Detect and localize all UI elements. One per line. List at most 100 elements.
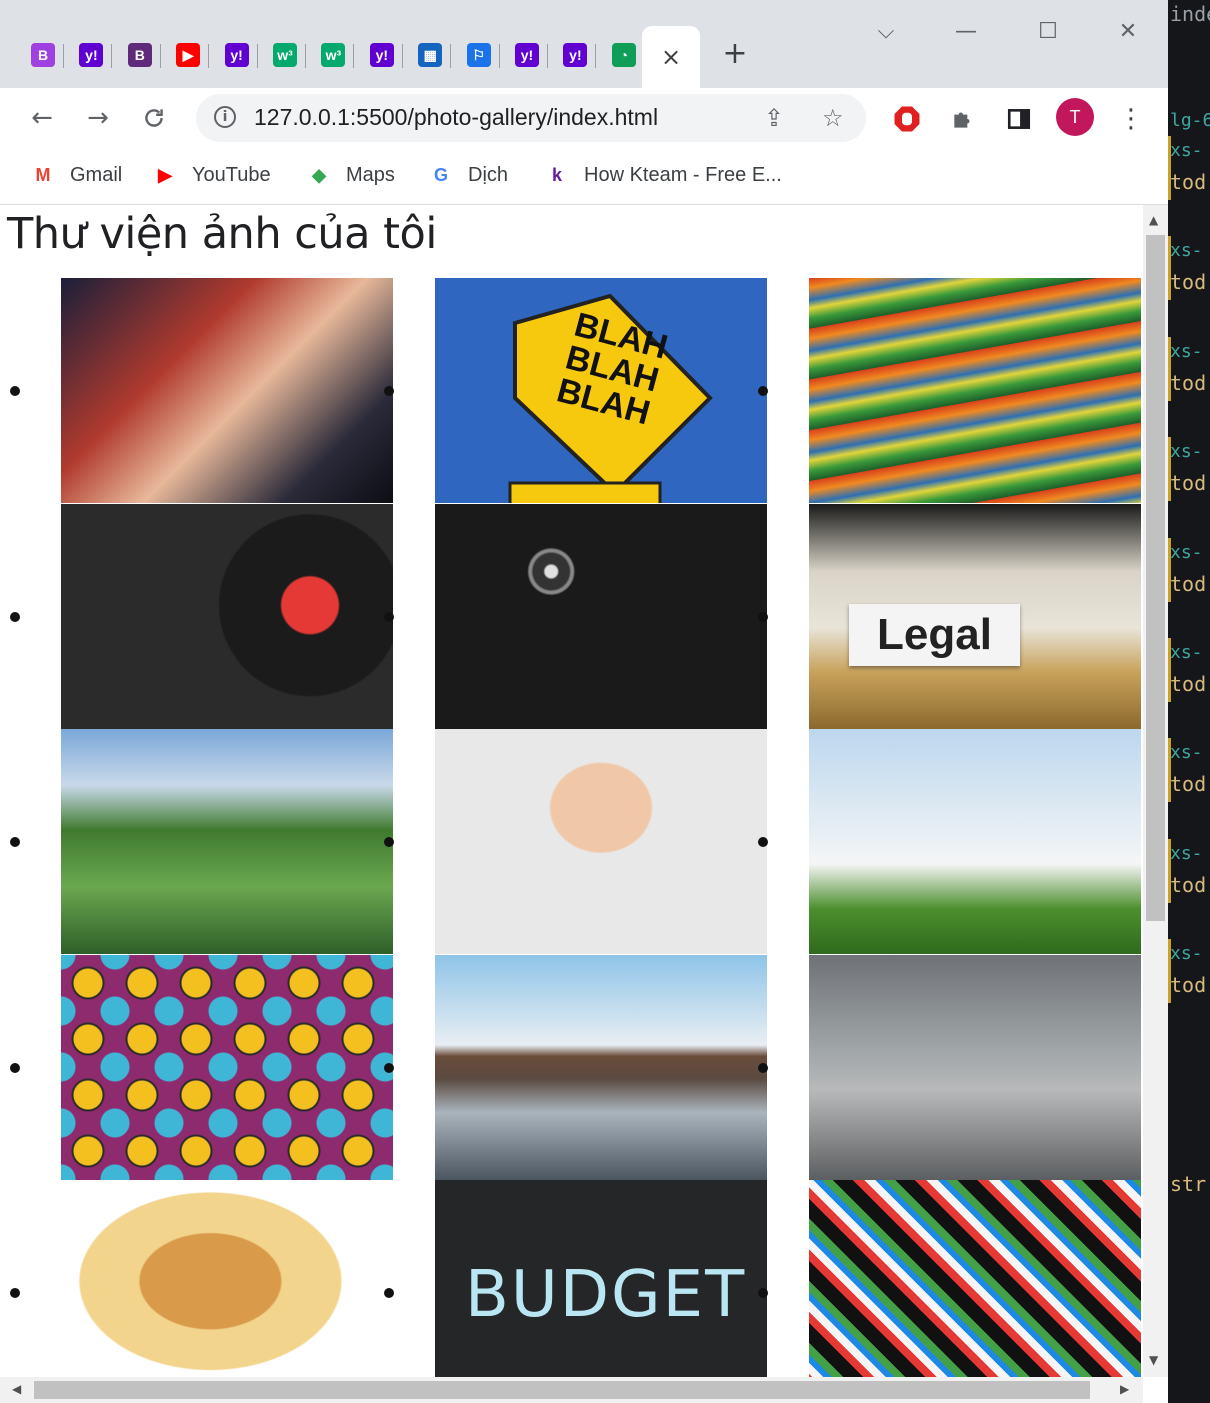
tab-1[interactable]: y! <box>70 38 113 72</box>
bookmark-gmail[interactable]: M Gmail <box>30 160 123 190</box>
scroll-down-arrow-icon[interactable]: ▼ <box>1149 1353 1158 1367</box>
tab-separator <box>498 44 500 68</box>
editor-indent-guide <box>1168 136 1171 200</box>
site-info-icon[interactable]: i <box>214 106 236 128</box>
editor-indent-guide <box>1168 939 1171 1004</box>
list-bullet <box>758 386 768 396</box>
editor-code-fragment: tod <box>1170 471 1207 496</box>
tab-separator <box>353 44 355 68</box>
tab-10[interactable]: y! <box>506 38 548 72</box>
editor-indent-guide <box>1168 638 1171 702</box>
vertical-scrollbar[interactable]: ▲ ▼ <box>1143 205 1168 1377</box>
photo-jump-bridge <box>435 954 767 1180</box>
list-bullet <box>10 611 20 622</box>
bookmark-maps[interactable]: ◆ Maps <box>306 160 395 190</box>
photo-pasta <box>61 1180 393 1377</box>
tab-4[interactable]: y! <box>216 38 258 72</box>
editor-code-fragment: xs- <box>1170 943 1203 965</box>
editor-code-fragment: xs- <box>1170 541 1203 563</box>
tab-separator <box>159 44 161 68</box>
photo-concert-crowd <box>61 278 393 503</box>
bookmark-star-icon[interactable]: ☆ <box>822 104 844 132</box>
tab-9[interactable]: ⚐ <box>458 38 500 72</box>
list-bullet <box>384 837 394 847</box>
tab-search-icon[interactable]: ⌵ <box>866 14 906 48</box>
tab-11[interactable]: y! <box>554 38 597 72</box>
close-tab-icon[interactable]: × <box>661 43 681 71</box>
bookmark-label: YouTube <box>192 163 271 186</box>
tab-separator <box>208 44 210 68</box>
editor-code-fragment: xs- <box>1170 441 1203 463</box>
puzzle-icon[interactable] <box>946 102 980 136</box>
translate-icon: G <box>433 164 448 185</box>
url-text[interactable]: 127.0.0.1:5500/photo-gallery/index.html <box>254 104 658 131</box>
bookmark-how[interactable]: k How Kteam - Free E... <box>544 160 782 190</box>
editor-code-fragment: xs- <box>1170 240 1203 262</box>
yahoo-icon: y! <box>369 43 394 67</box>
photo-boy-camera <box>435 729 767 954</box>
tab-separator <box>111 44 113 68</box>
editor-code-fragment: tod <box>1170 872 1207 897</box>
horizontal-scrollbar[interactable]: ◀ ▶ <box>0 1377 1143 1403</box>
legal-tab-label: Legal <box>849 603 1020 666</box>
reload-button[interactable] <box>136 100 172 136</box>
bookmark-label: Dịch <box>468 163 509 186</box>
vertical-scroll-thumb[interactable] <box>1146 235 1165 921</box>
sidepanel-icon[interactable] <box>1002 102 1036 136</box>
scroll-right-arrow-icon[interactable]: ▶ <box>1120 1382 1129 1396</box>
bookmark-youtube[interactable]: ▶ YouTube <box>152 160 271 190</box>
horizontal-scroll-thumb[interactable] <box>34 1381 1090 1399</box>
yahoo-icon: y! <box>563 43 588 67</box>
tab-12[interactable]: ◔ <box>603 38 645 72</box>
bookmark-label: How Kteam - Free E... <box>584 163 782 186</box>
tab-separator <box>401 44 403 68</box>
bookmark-label: Maps <box>346 163 395 186</box>
w3-icon: w³ <box>321 43 346 67</box>
maximize-button[interactable]: ☐ <box>1028 14 1068 48</box>
menu-icon[interactable]: ⋮ <box>1114 102 1148 136</box>
tab-7[interactable]: y! <box>361 38 403 72</box>
forward-button[interactable]: → <box>80 100 116 136</box>
editor-code-fragment: tod <box>1170 170 1207 194</box>
close-window-button[interactable]: ✕ <box>1108 14 1148 48</box>
editor-code-fragment: xs- <box>1170 140 1203 161</box>
address-bar[interactable]: i 127.0.0.1:5500/photo-gallery/index.htm… <box>196 94 866 142</box>
tab-0[interactable]: B <box>22 38 64 72</box>
bookmark-dịch[interactable]: G Dịch <box>428 160 508 190</box>
minimize-button[interactable]: — <box>946 14 986 48</box>
editor-code-fragment: str <box>1170 1172 1207 1196</box>
refresh-circle-icon: ◔ <box>611 43 636 67</box>
scroll-left-arrow-icon[interactable]: ◀ <box>12 1382 21 1396</box>
photo-budget-chalkboard: BUDGET <box>435 1180 767 1377</box>
list-bullet <box>384 1062 394 1073</box>
bookmarks-bar: M Gmail ▶ YouTube ◆ Maps G Dịch k How Kteam - Fre… <box>0 148 1168 205</box>
tab-2[interactable]: B <box>119 38 161 72</box>
editor-code-fragment: tod <box>1170 270 1207 295</box>
profile-avatar[interactable]: T <box>1056 98 1094 136</box>
scroll-up-arrow-icon[interactable]: ▲ <box>1149 213 1158 227</box>
adblock-icon[interactable] <box>890 102 924 136</box>
list-bullet <box>758 1062 768 1073</box>
tab-8[interactable]: ▦ <box>409 38 452 72</box>
reload-icon <box>145 109 163 127</box>
editor-indent-guide <box>1168 336 1171 401</box>
active-tab[interactable]: × <box>642 26 700 88</box>
list-bullet <box>384 1288 394 1298</box>
tab-6[interactable]: w³ <box>312 38 355 72</box>
photo-blah-sign: BLAH BLAH BLAH <box>435 278 767 503</box>
youtube-icon: ▶ <box>176 43 201 67</box>
tab-3[interactable]: ▶ <box>167 38 210 72</box>
editor-filename-fragment: inde <box>1170 2 1210 26</box>
photo-stone-bridge <box>61 729 393 954</box>
list-bullet <box>384 386 394 396</box>
editor-code-fragment: xs- <box>1170 340 1203 362</box>
tab-5[interactable]: w³ <box>264 38 306 72</box>
editor-code-fragment: tod <box>1170 772 1207 797</box>
back-button[interactable]: ← <box>24 100 60 136</box>
new-tab-button[interactable]: + <box>718 36 752 71</box>
photo-graffiti <box>809 1180 1141 1377</box>
tab-separator <box>63 44 64 68</box>
browser-window: By! B ▶ y! w³ w³ y! ▦ ⚐ y! y! ◔ × + ⌵ — ☐ ✕ ← → i 1… <box>0 0 1168 1403</box>
share-icon[interactable]: ⇪ <box>764 104 784 132</box>
editor-code-fragment: xs- <box>1170 642 1203 663</box>
